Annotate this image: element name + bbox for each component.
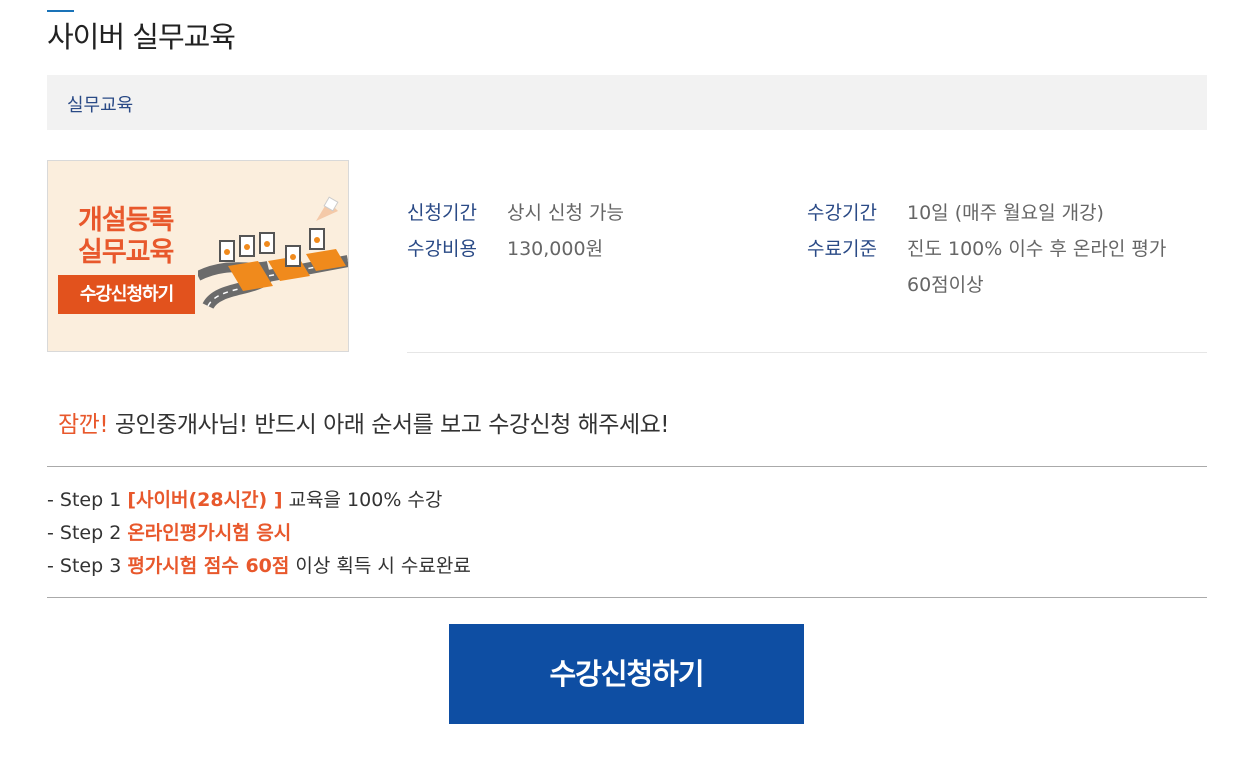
banner-apply-button[interactable]: 수강신청하기 xyxy=(58,275,195,314)
apply-button[interactable]: 수강신청하기 xyxy=(449,624,804,724)
steps-list: - Step 1 [사이버(28시간) ] 교육을 100% 수강 - Step… xyxy=(47,485,471,584)
step-prefix: - Step 2 xyxy=(47,522,128,544)
step-prefix: - Step 1 xyxy=(47,489,128,511)
course-period-row: 수강기간 10일 (매주 월요일 개강) xyxy=(807,198,1104,225)
step-suffix: 교육을 100% 수강 xyxy=(282,489,443,511)
step-item: - Step 2 온라인평가시험 응시 xyxy=(47,518,471,551)
info-divider xyxy=(407,352,1207,353)
step-item: - Step 1 [사이버(28시간) ] 교육을 100% 수강 xyxy=(47,485,471,518)
course-period-value: 10일 (매주 월요일 개강) xyxy=(907,202,1104,224)
step-suffix: 이상 획득 시 수료완료 xyxy=(289,555,471,577)
step-prefix: - Step 3 xyxy=(47,555,128,577)
completion-value-line1: 진도 100% 이수 후 온라인 평가 xyxy=(907,238,1167,260)
completion-value-line2: 60점이상 xyxy=(907,274,984,296)
title-accent-bar xyxy=(47,10,74,12)
fee-value: 130,000원 xyxy=(507,238,604,260)
page-title: 사이버 실무교육 xyxy=(47,20,236,54)
notice-body-text: 공인중개사님! 반드시 아래 순서를 보고 수강신청 해주세요! xyxy=(108,412,670,438)
completion-row: 수료기준 진도 100% 이수 후 온라인 평가 xyxy=(807,234,1166,261)
course-banner[interactable]: 개설등록 실무교육 수강신청하기 xyxy=(47,160,349,352)
step-highlight: 온라인평가시험 응시 xyxy=(127,522,292,544)
completion-label: 수료기준 xyxy=(807,238,877,260)
apply-period-label: 신청기간 xyxy=(407,202,477,224)
step-item: - Step 3 평가시험 점수 60점 이상 획득 시 수료완료 xyxy=(47,551,471,584)
fee-label: 수강비용 xyxy=(407,238,477,260)
notice-message: 잠깐! 공인중개사님! 반드시 아래 순서를 보고 수강신청 해주세요! xyxy=(58,405,670,439)
steps-top-divider xyxy=(47,466,1207,467)
breadcrumb: 실무교육 xyxy=(47,75,1207,130)
notice-wait-text: 잠깐! xyxy=(58,412,109,438)
step-highlight: [사이버(28시간) ] xyxy=(127,489,283,511)
step-highlight: 평가시험 점수 60점 xyxy=(127,555,290,577)
completion-row-2: 60점이상 xyxy=(907,270,984,297)
fee-row: 수강비용 130,000원 xyxy=(407,234,603,261)
apply-period-row: 신청기간 상시 신청 가능 xyxy=(407,198,624,225)
banner-title-line1: 개설등록 xyxy=(78,205,174,236)
banner-title-line2: 실무교육 xyxy=(78,237,174,268)
breadcrumb-item[interactable]: 실무교육 xyxy=(67,91,133,117)
apply-period-value: 상시 신청 가능 xyxy=(507,202,624,224)
road-map-illustration xyxy=(198,196,348,310)
steps-bottom-divider xyxy=(47,597,1207,598)
course-period-label: 수강기간 xyxy=(807,202,877,224)
